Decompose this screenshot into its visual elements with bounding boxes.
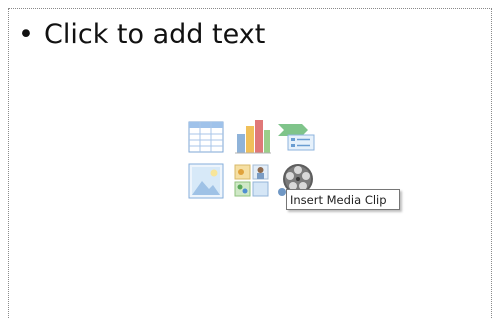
insert-smartart-icon[interactable] xyxy=(276,121,316,151)
tooltip: Insert Media Clip xyxy=(286,189,400,210)
bullet-text-line[interactable]: • Click to add text xyxy=(18,18,265,52)
placeholder-text: Click to add text xyxy=(44,19,266,50)
bullet: • xyxy=(18,19,34,50)
insert-chart-icon[interactable] xyxy=(234,118,272,154)
insert-clip-art-icon[interactable] xyxy=(234,163,270,199)
insert-picture-icon[interactable] xyxy=(188,163,224,199)
insert-table-icon[interactable] xyxy=(188,121,224,153)
